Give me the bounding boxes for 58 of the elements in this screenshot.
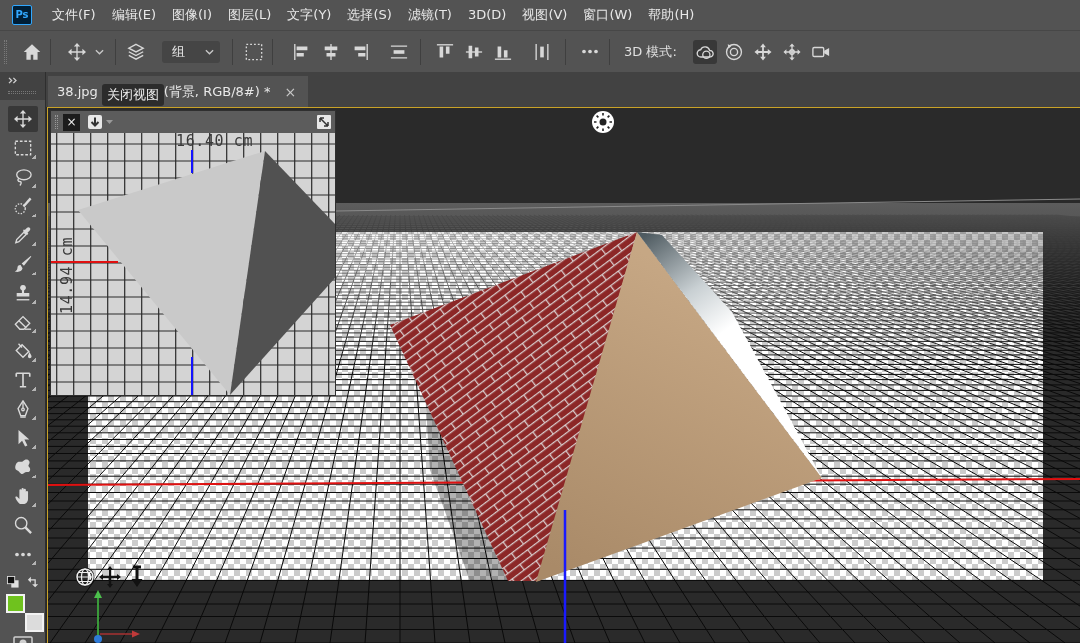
background-color-swatch[interactable]: [25, 613, 44, 632]
menu-item[interactable]: 文字(Y): [287, 6, 332, 24]
group-dropdown[interactable]: 组: [162, 40, 220, 63]
close-button[interactable]: ×: [63, 113, 80, 131]
swap-arrows-icon[interactable]: [27, 576, 39, 588]
four-way-arrow-circle-icon: [782, 42, 801, 61]
down-arrow-icon[interactable]: [131, 565, 143, 587]
home-icon[interactable]: [23, 42, 41, 61]
dashed-rectangle-icon: [13, 139, 32, 157]
menu-item[interactable]: 图像(I): [172, 6, 212, 24]
menu-item[interactable]: 视图(V): [522, 6, 568, 24]
menu-item[interactable]: 帮助(H): [648, 6, 695, 24]
menu-item[interactable]: 窗口(W): [583, 6, 633, 24]
download-icon[interactable]: [88, 115, 102, 129]
eyedropper-icon: [13, 226, 32, 244]
dotted-square-icon[interactable]: [245, 42, 263, 61]
menu-item[interactable]: 滤镜(T): [407, 6, 452, 24]
align-center-icon[interactable]: [322, 42, 340, 61]
brush-icon: [13, 255, 32, 273]
orbit-mode-button[interactable]: [692, 39, 717, 64]
menu-item[interactable]: 图层(L): [227, 6, 272, 24]
paint-bucket-icon: [13, 342, 32, 360]
mode-label: 3D 模式:: [624, 42, 677, 61]
double-chevron-icon[interactable]: [8, 77, 17, 84]
sun-icon[interactable]: [592, 111, 614, 133]
concentric-circles-icon: [724, 42, 743, 61]
distribute-horizontal-icon[interactable]: [533, 42, 551, 61]
resize-icon[interactable]: [317, 115, 331, 129]
distribute-vertical-icon[interactable]: [390, 42, 408, 61]
letter-t-icon: [13, 371, 32, 389]
height-dimension-label: 14.94 cm: [58, 236, 76, 314]
caret-icon: [205, 48, 214, 55]
lasso-icon: [13, 168, 32, 186]
app-logo: Ps: [12, 5, 32, 25]
tooltip: 关闭视图: [102, 84, 164, 106]
globe-icon[interactable]: [75, 567, 95, 587]
default-colors-icon[interactable]: [7, 576, 19, 588]
more-icon: [14, 551, 31, 557]
origin-dot[interactable]: [94, 635, 102, 643]
menu-item[interactable]: 文件(F): [52, 6, 96, 24]
x-axis-line: [51, 261, 119, 263]
foreground-color-swatch[interactable]: [6, 594, 25, 613]
menu-item[interactable]: 3D(D): [467, 6, 507, 24]
move-tool-button[interactable]: [7, 106, 38, 132]
four-way-arrow-icon: [753, 42, 772, 61]
four-way-arrow-icon[interactable]: [99, 566, 121, 588]
menu-item[interactable]: 选择(S): [347, 6, 392, 24]
layers-icon[interactable]: [127, 42, 145, 61]
eraser-icon: [13, 313, 32, 331]
caret-icon[interactable]: [95, 48, 104, 55]
more-icon[interactable]: [582, 49, 598, 54]
close-button[interactable]: ×: [284, 83, 297, 100]
zoom-icon: [13, 516, 32, 534]
vertical-axis-arrow[interactable]: [94, 590, 102, 638]
menu-item[interactable]: 编辑(E): [111, 6, 156, 24]
four-way-arrow-icon: [13, 110, 32, 128]
splat-shape-icon: [13, 458, 32, 476]
dotted-circle-brush-icon: [13, 197, 32, 215]
